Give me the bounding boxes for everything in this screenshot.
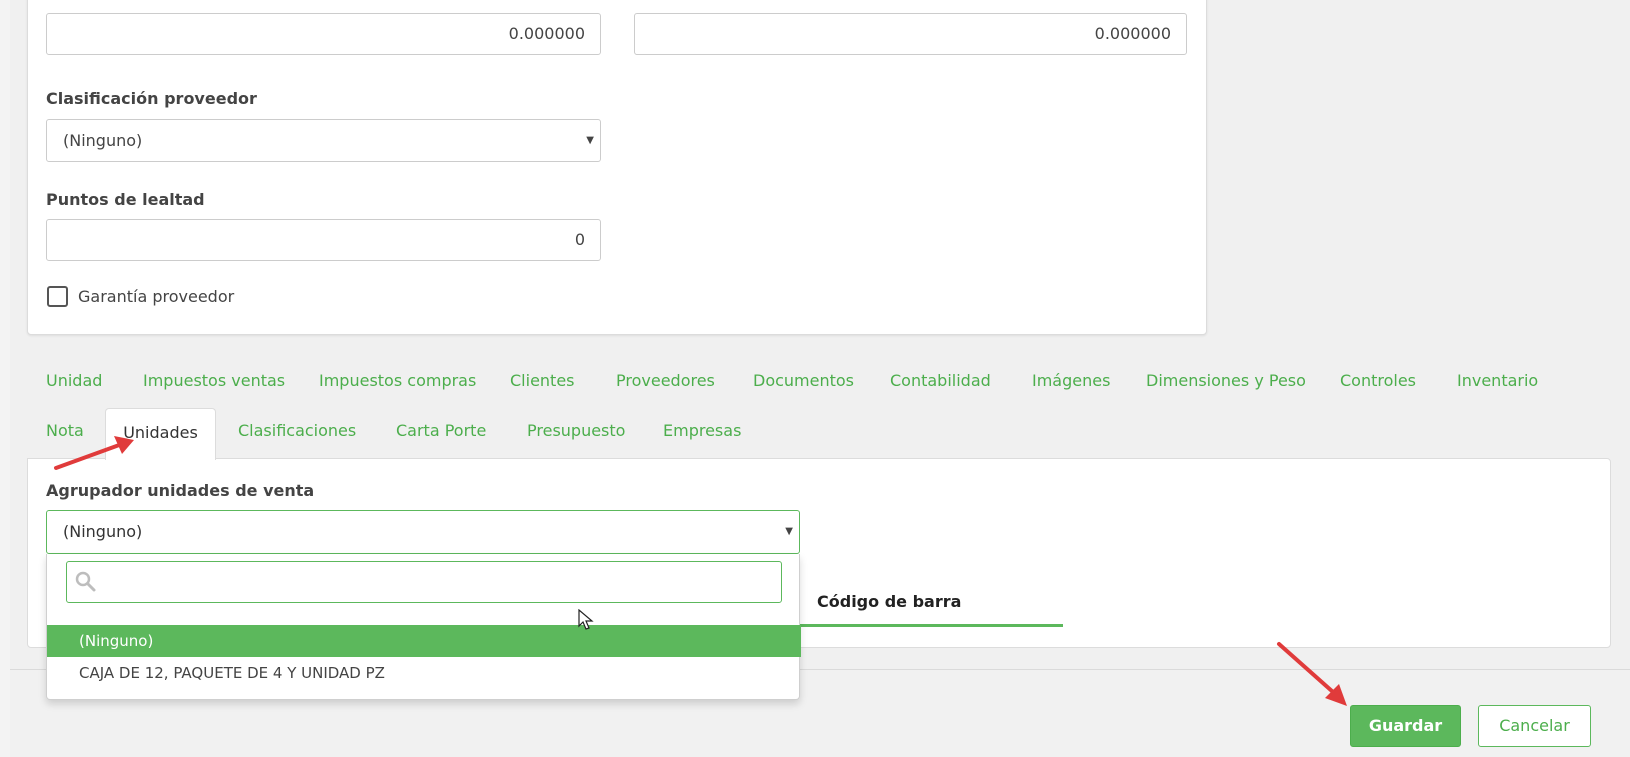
mouse-cursor-icon <box>578 609 594 630</box>
left-margin <box>0 0 10 757</box>
tab-presupuesto[interactable]: Presupuesto <box>527 421 625 440</box>
sales-units-group-value: (Ninguno) <box>63 522 143 541</box>
numeric-field-2[interactable]: 0.000000 <box>634 13 1187 55</box>
numeric-field-1[interactable]: 0.000000 <box>46 13 601 55</box>
tab-imagenes[interactable]: Imágenes <box>1032 371 1110 390</box>
tab-contabilidad[interactable]: Contabilidad <box>890 371 991 390</box>
tab-proveedores[interactable]: Proveedores <box>616 371 715 390</box>
supplier-warranty-checkbox[interactable] <box>47 286 68 307</box>
save-button[interactable]: Guardar <box>1350 705 1461 747</box>
supplier-classification-select[interactable]: (Ninguno) ▼ <box>46 119 601 162</box>
tab-inventario[interactable]: Inventario <box>1457 371 1538 390</box>
tab-documentos[interactable]: Documentos <box>753 371 854 390</box>
loyalty-points-input[interactable]: 0 <box>46 219 601 261</box>
annotation-arrow-icon <box>1277 642 1347 706</box>
barcode-column-header[interactable]: Código de barra <box>817 592 961 611</box>
tab-clientes[interactable]: Clientes <box>510 371 575 390</box>
tab-clasificaciones[interactable]: Clasificaciones <box>238 421 356 440</box>
dropdown-option-caja[interactable]: CAJA DE 12, PAQUETE DE 4 Y UNIDAD PZ <box>47 657 801 689</box>
caret-down-icon: ▼ <box>785 526 793 537</box>
sales-units-group-label: Agrupador unidades de venta <box>46 481 315 500</box>
barcode-column-underline <box>790 624 1063 627</box>
dropdown-option-ninguno[interactable]: (Ninguno) <box>47 625 801 657</box>
tab-dimensiones-peso[interactable]: Dimensiones y Peso <box>1146 371 1306 390</box>
annotation-arrow-icon <box>54 436 134 470</box>
supplier-warranty-label: Garantía proveedor <box>78 287 235 306</box>
search-icon <box>75 571 96 592</box>
tab-controles[interactable]: Controles <box>1340 371 1416 390</box>
tab-empresas[interactable]: Empresas <box>663 421 741 440</box>
caret-down-icon: ▼ <box>586 135 594 146</box>
supplier-classification-label: Clasificación proveedor <box>46 89 257 108</box>
cancel-button[interactable]: Cancelar <box>1478 705 1591 747</box>
tab-impuestos-ventas[interactable]: Impuestos ventas <box>143 371 285 390</box>
supplier-classification-value: (Ninguno) <box>63 131 143 150</box>
sales-units-group-dropdown: (Ninguno) CAJA DE 12, PAQUETE DE 4 Y UNI… <box>46 554 801 700</box>
tab-carta-porte[interactable]: Carta Porte <box>396 421 486 440</box>
sales-units-group-select[interactable]: (Ninguno) ▼ <box>46 510 800 554</box>
tab-unidad[interactable]: Unidad <box>46 371 102 390</box>
dropdown-search-input[interactable] <box>66 561 782 603</box>
loyalty-points-label: Puntos de lealtad <box>46 190 205 209</box>
tab-impuestos-compras[interactable]: Impuestos compras <box>319 371 476 390</box>
